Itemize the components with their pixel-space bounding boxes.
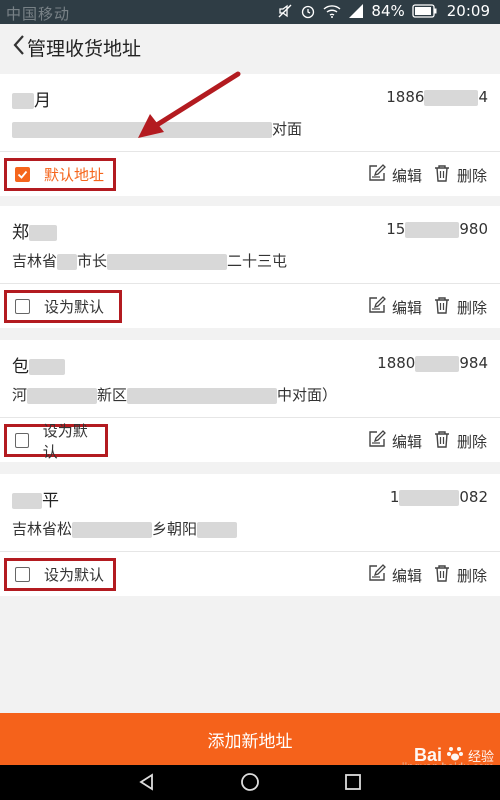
trash-icon — [433, 296, 457, 318]
card-actions: 设为默认 编辑 删除 — [0, 552, 500, 596]
edit-button[interactable]: 编辑 — [368, 296, 422, 318]
recipient-phone: 1880 984 — [377, 354, 488, 372]
nav-back-icon[interactable] — [137, 772, 157, 796]
alarm-icon — [300, 3, 316, 19]
address-card[interactable]: 郑 15 980 吉林省 市长 二十三屯 设为默认 编辑 删除 — [0, 206, 500, 328]
edit-icon — [368, 564, 392, 586]
address-card[interactable]: 包 1880 984 河新区 中对面） 设为默认 编辑 删除 — [0, 340, 500, 462]
address-card[interactable]: 月 1886 4 对面 默认地址 编辑 删除 — [0, 74, 500, 196]
checkbox-checked-icon[interactable] — [15, 167, 30, 182]
delete-button[interactable]: 删除 — [433, 296, 487, 318]
delete-button[interactable]: 删除 — [433, 430, 487, 452]
default-label: 默认地址 — [44, 166, 105, 184]
delete-button[interactable]: 删除 — [433, 564, 487, 586]
recipient-address: 吉林省松 乡朝阳 — [12, 518, 238, 539]
page-title: 管理收货地址 — [27, 38, 142, 60]
battery-icon — [412, 4, 438, 18]
card-actions: 设为默认 编辑 删除 — [0, 418, 500, 462]
recipient-phone: 1886 4 — [386, 88, 488, 106]
default-label: 设为默认 — [44, 566, 105, 584]
delete-button[interactable]: 删除 — [433, 164, 487, 186]
edit-icon — [368, 296, 392, 318]
edit-button[interactable]: 编辑 — [368, 430, 422, 452]
default-address-toggle[interactable]: 默认地址 — [4, 158, 116, 191]
system-nav-bar — [0, 765, 500, 800]
chevron-left-icon — [12, 34, 26, 60]
checkbox-empty-icon[interactable] — [15, 433, 29, 448]
signal-icon — [348, 3, 364, 19]
recipient-name: 郑 — [12, 218, 57, 243]
recipient-address: 河新区 中对面） — [12, 386, 338, 404]
set-default-toggle[interactable]: 设为默认 — [4, 422, 108, 461]
default-label: 设为默认 — [44, 298, 105, 316]
checkbox-empty-icon[interactable] — [15, 299, 30, 314]
edit-icon — [368, 430, 392, 452]
carrier-label: 中国移动 — [6, 5, 71, 23]
trash-icon — [433, 164, 457, 186]
recipient-phone: 1 082 — [389, 488, 488, 506]
nav-recents-icon[interactable] — [343, 772, 363, 796]
recipient-name: 包 — [12, 352, 65, 377]
default-label: 设为默认 — [42, 421, 88, 461]
recipient-address: 吉林省 市长 二十三屯 — [12, 252, 288, 270]
nav-home-icon[interactable] — [240, 772, 260, 796]
recipient-phone: 15 980 — [386, 220, 488, 238]
wifi-icon — [323, 3, 341, 19]
set-default-toggle[interactable]: 设为默认 — [4, 290, 122, 323]
set-default-toggle[interactable]: 设为默认 — [4, 558, 116, 591]
watermark: Bai 经验 jingyan.baidu.com — [402, 744, 494, 774]
status-bar: 中国移动 84% 20:09 — [0, 0, 500, 24]
trash-icon — [433, 564, 457, 586]
trash-icon — [433, 430, 457, 452]
recipient-name: 月 — [12, 86, 51, 111]
card-actions: 设为默认 编辑 删除 — [0, 284, 500, 328]
checkbox-empty-icon[interactable] — [15, 567, 30, 582]
clock: 20:09 — [446, 2, 490, 20]
address-card[interactable]: 平 1 082 吉林省松 乡朝阳 设为默认 编辑 删除 — [0, 474, 500, 596]
edit-icon — [368, 164, 392, 186]
top-nav: 管理收货地址 — [0, 24, 500, 70]
annotation-arrow-icon — [138, 71, 241, 138]
mute-icon — [277, 3, 293, 19]
recipient-name: 平 — [12, 486, 59, 511]
card-actions: 默认地址 编辑 删除 — [0, 152, 500, 196]
edit-button[interactable]: 编辑 — [368, 164, 422, 186]
edit-button[interactable]: 编辑 — [368, 564, 422, 586]
battery-percent: 84% — [371, 2, 405, 20]
